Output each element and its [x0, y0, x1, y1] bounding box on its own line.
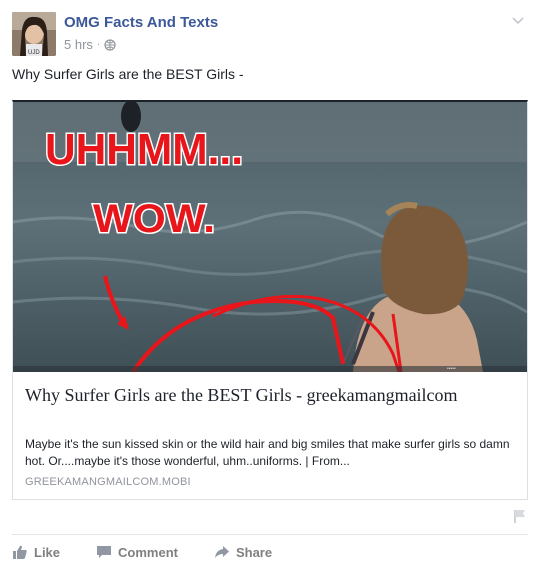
link-preview-card[interactable]: ••••• UHHMM... WOW. Why Surfer Girls are…: [12, 100, 528, 500]
share-icon: [214, 546, 229, 558]
share-button[interactable]: Share: [214, 544, 272, 560]
flag-icon[interactable]: [512, 508, 528, 524]
comment-icon: [97, 546, 112, 558]
comment-button[interactable]: Comment: [96, 544, 178, 560]
like-button[interactable]: Like: [12, 544, 60, 560]
action-divider: [12, 534, 528, 535]
page-name-link[interactable]: OMG Facts And Texts: [64, 14, 218, 31]
post-message: Why Surfer Girls are the BEST Girls -: [12, 66, 244, 82]
globe-icon: [104, 38, 116, 51]
link-title[interactable]: Why Surfer Girls are the BEST Girls - gr…: [25, 384, 515, 407]
overlay-text-line2: WOW.: [93, 197, 215, 241]
share-label: Share: [235, 544, 273, 560]
svg-text:UJD: UJD: [28, 50, 40, 56]
image-watermark: •••••: [447, 366, 456, 372]
link-preview-image[interactable]: ••••• UHHMM... WOW.: [13, 102, 527, 372]
post-timestamp[interactable]: 5 hrs: [64, 37, 93, 52]
overlay-text-line1: UHHMM...: [45, 125, 243, 174]
link-domain: GREEKAMANGMAILCOM.MOBI: [25, 476, 191, 488]
post-header: UJD OMG Facts And Texts 5 hrs ·: [12, 12, 528, 56]
comment-label: Comment: [118, 544, 178, 560]
post-meta: 5 hrs ·: [64, 37, 116, 52]
like-icon: [13, 545, 27, 559]
like-label: Like: [34, 544, 61, 560]
link-description: Maybe it's the sun kissed skin or the wi…: [25, 437, 510, 468]
chevron-down-icon[interactable]: [510, 12, 526, 28]
post-actions: Like Comment Share: [12, 540, 308, 564]
avatar[interactable]: UJD: [12, 12, 56, 56]
news-feed-post: UJD OMG Facts And Texts 5 hrs · Why Surf…: [0, 0, 540, 570]
meta-separator: ·: [96, 39, 101, 50]
